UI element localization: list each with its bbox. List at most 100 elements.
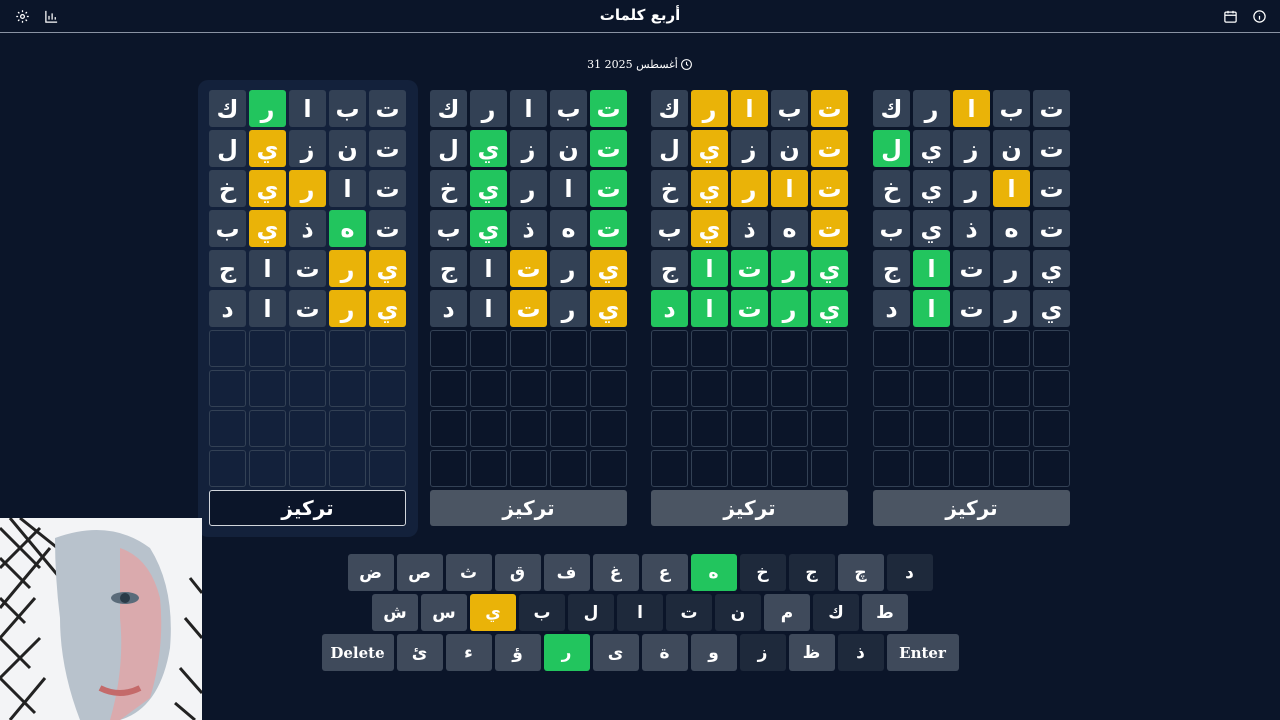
empty-tile xyxy=(369,370,406,407)
letter-tile: ت xyxy=(590,130,627,167)
letter-tile: ت xyxy=(590,210,627,247)
delete-key[interactable]: Delete xyxy=(321,634,394,671)
empty-tile xyxy=(209,330,246,367)
letter-tile: ي xyxy=(913,210,950,247)
letter-tile: ز xyxy=(731,130,768,167)
letter-key[interactable]: ذ xyxy=(837,634,884,671)
empty-tile xyxy=(550,410,587,447)
empty-tile xyxy=(470,370,507,407)
letter-key[interactable]: ك xyxy=(813,594,859,631)
letter-tile: ا xyxy=(731,90,768,127)
letter-key[interactable]: ب xyxy=(519,594,565,631)
empty-tile xyxy=(590,410,627,447)
letter-key[interactable]: ق xyxy=(494,554,541,591)
letter-key[interactable]: ط xyxy=(862,594,908,631)
focus-button[interactable]: تركيز xyxy=(209,490,406,526)
board-1: ك ر ا ب ت ل ي ز ن ت خ ي ر ا ت ب ي ذ ه ت ج ا ت ر ي د ا ت ر ي تركيز xyxy=(198,80,418,537)
letter-tile: ت xyxy=(953,290,990,327)
letter-tile: ا xyxy=(329,170,366,207)
empty-tile xyxy=(993,370,1030,407)
letter-key[interactable]: غ xyxy=(592,554,639,591)
empty-tile xyxy=(369,330,406,367)
letter-key[interactable]: ن xyxy=(715,594,761,631)
letter-key[interactable]: خ xyxy=(739,554,786,591)
focus-button[interactable]: تركيز xyxy=(430,490,627,526)
letter-key[interactable]: ش xyxy=(372,594,418,631)
letter-tile: ا xyxy=(289,90,326,127)
empty-tile xyxy=(811,330,848,367)
empty-tile xyxy=(993,330,1030,367)
empty-tile xyxy=(329,330,366,367)
empty-tile xyxy=(811,410,848,447)
empty-tile xyxy=(691,370,728,407)
letter-tile: ب xyxy=(209,210,246,247)
letter-tile: خ xyxy=(430,170,467,207)
calendar-icon[interactable] xyxy=(1221,7,1239,25)
empty-tile xyxy=(209,410,246,447)
letter-tile: ت xyxy=(510,290,547,327)
letter-tile: ا xyxy=(249,250,286,287)
letter-key[interactable]: م xyxy=(764,594,810,631)
letter-tile: ب xyxy=(651,210,688,247)
empty-tile xyxy=(651,410,688,447)
letter-key[interactable]: ة xyxy=(641,634,688,671)
letter-key[interactable]: ف xyxy=(543,554,590,591)
letter-key[interactable]: ر xyxy=(543,634,590,671)
letter-tile: ذ xyxy=(953,210,990,247)
empty-tile xyxy=(913,370,950,407)
letter-key[interactable]: ع xyxy=(641,554,688,591)
letter-key[interactable]: ي xyxy=(470,594,516,631)
letter-key[interactable]: ؤ xyxy=(494,634,541,671)
empty-tile xyxy=(771,410,808,447)
empty-tile xyxy=(289,370,326,407)
letter-key[interactable]: ز xyxy=(739,634,786,671)
board-grid: كرابتليزنتخيراتبيذهتجاتريداتري xyxy=(651,90,848,487)
empty-tile xyxy=(913,330,950,367)
letter-key[interactable]: ث xyxy=(445,554,492,591)
letter-tile: ر xyxy=(289,170,326,207)
letter-key[interactable]: ه xyxy=(690,554,737,591)
letter-tile: ب xyxy=(550,90,587,127)
enter-key[interactable]: Enter xyxy=(886,634,959,671)
letter-tile: ت xyxy=(811,210,848,247)
letter-tile: ر xyxy=(993,290,1030,327)
info-icon[interactable] xyxy=(1250,7,1268,25)
letter-tile: ا xyxy=(510,90,547,127)
empty-tile xyxy=(993,410,1030,447)
letter-key[interactable]: ء xyxy=(445,634,492,671)
empty-tile xyxy=(811,450,848,487)
board-3: ك ر ا ب ت ل ي ز ن ت خ ي ر ا ت ب ي ذ ه ت ج ا ت ر ي د ا ت ر ي تركيز xyxy=(640,80,860,537)
letter-key[interactable]: ج xyxy=(788,554,835,591)
letter-key[interactable]: و xyxy=(690,634,737,671)
empty-tile xyxy=(1033,450,1070,487)
letter-tile: ل xyxy=(873,130,910,167)
empty-tile xyxy=(249,410,286,447)
letter-key[interactable]: ص xyxy=(396,554,443,591)
letter-key[interactable]: ئ xyxy=(396,634,443,671)
letter-tile: ر xyxy=(550,290,587,327)
letter-tile: ه xyxy=(329,210,366,247)
focus-button[interactable]: تركيز xyxy=(873,490,1070,526)
letter-tile: ر xyxy=(691,90,728,127)
letter-tile: ا xyxy=(470,250,507,287)
empty-tile xyxy=(289,410,326,447)
letter-key[interactable]: د xyxy=(886,554,933,591)
letter-key[interactable]: ل xyxy=(568,594,614,631)
letter-key[interactable]: ا xyxy=(617,594,663,631)
letter-key[interactable]: س xyxy=(421,594,467,631)
letter-tile: ز xyxy=(289,130,326,167)
focus-button[interactable]: تركيز xyxy=(651,490,848,526)
letter-tile: ي xyxy=(691,210,728,247)
letter-key[interactable]: ى xyxy=(592,634,639,671)
letter-key[interactable]: ض xyxy=(347,554,394,591)
letter-tile: ت xyxy=(1033,210,1070,247)
letter-key[interactable]: ظ xyxy=(788,634,835,671)
letter-key[interactable]: ت xyxy=(666,594,712,631)
letter-key[interactable]: چ xyxy=(837,554,884,591)
letter-tile: ت xyxy=(590,90,627,127)
letter-tile: ل xyxy=(651,130,688,167)
letter-tile: ت xyxy=(731,290,768,327)
board-grid: كرابتليزنتخيراتبيذهتجاتريداتري xyxy=(430,90,627,487)
letter-tile: ب xyxy=(993,90,1030,127)
empty-tile xyxy=(329,410,366,447)
